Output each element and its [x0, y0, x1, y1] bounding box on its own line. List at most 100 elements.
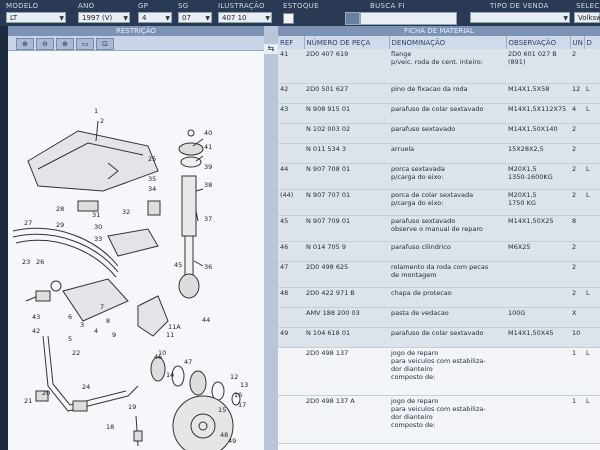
- callout-27[interactable]: 27: [24, 219, 32, 227]
- callout-40[interactable]: 40: [204, 129, 212, 137]
- table-row[interactable]: 2D0 498 137 jogo de reparo para veiculos c…: [278, 347, 600, 396]
- table-row[interactable]: 43 N 908 915 01 parafuso de colar sextavad…: [278, 103, 600, 124]
- expand-arrow-icon[interactable]: ⇆: [264, 44, 278, 54]
- callout-43[interactable]: 43: [32, 313, 40, 321]
- callout-49[interactable]: 49: [228, 437, 236, 445]
- cell-denominacao: porca sextavada p/carga do eixo:: [389, 163, 506, 190]
- callout-28[interactable]: 28: [56, 205, 64, 213]
- callout-29[interactable]: 29: [56, 221, 64, 229]
- callout-23[interactable]: 23: [22, 258, 30, 266]
- callout-19[interactable]: 19: [128, 403, 136, 411]
- selec-select[interactable]: Volkswa: [574, 12, 600, 23]
- modelo-select[interactable]: LT ▼: [6, 12, 66, 23]
- callout-44[interactable]: 44: [202, 316, 210, 324]
- table-row[interactable]: 41 2D0 407 619 flange p/veic. roda de cent.…: [278, 49, 600, 84]
- table-row[interactable]: N 011 534 3 arruela 15X28X2,5 2: [278, 143, 600, 164]
- zoom-area-icon[interactable]: ⊕: [56, 38, 74, 50]
- cell-part-number: 2D0 498 137: [304, 347, 389, 396]
- callout-2[interactable]: 2: [100, 117, 104, 125]
- table-row[interactable]: N 102 003 02 parafuso sextavado M14X1,50X1…: [278, 123, 600, 144]
- callout-41[interactable]: 41: [204, 143, 212, 151]
- search-icon[interactable]: [345, 12, 360, 25]
- callout-37[interactable]: 37: [204, 215, 212, 223]
- zoom-in-icon[interactable]: ⊕: [16, 38, 34, 50]
- callout-46[interactable]: 46: [154, 353, 162, 361]
- callout-30[interactable]: 30: [94, 223, 102, 231]
- cell-denominacao: flange p/veic. roda de cent. inteiro:: [389, 49, 506, 84]
- callout-39[interactable]: 39: [204, 163, 212, 171]
- table-row[interactable]: 45 N 907 709 01 parafuso sextavado observe …: [278, 215, 600, 242]
- callout-32[interactable]: 32: [122, 208, 130, 216]
- table-row[interactable]: (44) N 907 707 01 porca de colar sextavada…: [278, 189, 600, 216]
- callout-47[interactable]: 47: [184, 358, 192, 366]
- table-row[interactable]: 46 N 014 705 9 parafuso cilindrico M6X25 2: [278, 241, 600, 262]
- callout-15[interactable]: 15: [218, 406, 226, 414]
- callout-38[interactable]: 38: [204, 181, 212, 189]
- callout-33[interactable]: 33: [94, 235, 102, 243]
- cell-un: 2: [570, 241, 584, 262]
- cell-d: L: [584, 103, 600, 124]
- panel-splitter[interactable]: [264, 26, 278, 450]
- busca-fi-input[interactable]: [360, 12, 457, 25]
- table-row[interactable]: 2D0 498 137 Ajogo de reparo para veiculos…: [278, 395, 600, 444]
- table-row[interactable]: 47 2D0 498 625 rolamento da roda com pecas…: [278, 261, 600, 288]
- zoom-out-icon[interactable]: ⊖: [36, 38, 54, 50]
- callout-16[interactable]: 16: [234, 391, 242, 399]
- callout-18[interactable]: 18: [106, 423, 114, 431]
- callout-26[interactable]: 26: [36, 258, 44, 266]
- header-denominacao[interactable]: DENOMINAÇÃO: [389, 36, 507, 49]
- callout-12[interactable]: 12: [230, 373, 238, 381]
- gp-value: 4: [142, 14, 147, 22]
- header-d[interactable]: D: [584, 36, 600, 49]
- callout-35[interactable]: 35: [148, 175, 156, 183]
- callout-11[interactable]: 11: [166, 331, 174, 339]
- parts-exploded-view[interactable]: 1 2 3 4 5 6 7 8 9 10 11 11A 12 13 14 15 …: [8, 51, 264, 450]
- callout-14[interactable]: 14: [166, 371, 174, 379]
- tipo-venda-select[interactable]: ▼: [470, 12, 570, 23]
- callout-22[interactable]: 22: [72, 349, 80, 357]
- cell-denominacao: parafuso de colar sextavado: [389, 327, 506, 348]
- ilustracao-select[interactable]: 407 10 ▼: [218, 12, 272, 23]
- callout-45[interactable]: 45: [174, 261, 182, 269]
- table-row[interactable]: 49 N 104 618 01 parafuso de colar sextavad…: [278, 327, 600, 348]
- sg-select[interactable]: 07 ▼: [178, 12, 212, 23]
- cell-part-number: 2D0 422 971 B: [304, 287, 389, 308]
- callout-13[interactable]: 13: [240, 381, 248, 389]
- estoque-checkbox[interactable]: [283, 13, 294, 24]
- callout-1[interactable]: 1: [94, 107, 98, 115]
- callout-20[interactable]: 20: [42, 389, 50, 397]
- table-row[interactable]: 42 2D0 501 627 pino de fixacao da roda M14X…: [278, 83, 600, 104]
- callout-7[interactable]: 7: [100, 303, 104, 311]
- header-observacao[interactable]: OBSERVAÇÃO: [506, 36, 571, 49]
- table-row[interactable]: 48 2D0 422 971 Bchapa de protecao 2 L: [278, 287, 600, 308]
- callout-17[interactable]: 17: [238, 401, 246, 409]
- callout-34[interactable]: 34: [148, 185, 156, 193]
- callout-6[interactable]: 6: [68, 313, 72, 321]
- table-row[interactable]: AMV 188 200 03 pasta de vedacao 100G X: [278, 307, 600, 328]
- callout-31[interactable]: 31: [92, 211, 100, 219]
- ano-select[interactable]: 1997 (V) ▼: [78, 12, 130, 23]
- callout-42[interactable]: 42: [32, 327, 40, 335]
- header-un[interactable]: UN: [570, 36, 585, 49]
- header-numero[interactable]: NÚMERO DE PEÇA: [304, 36, 390, 49]
- fit-page-icon[interactable]: ▭: [76, 38, 94, 50]
- cell-un: 8: [570, 215, 584, 242]
- print-icon[interactable]: ⊡: [96, 38, 114, 50]
- callout-8[interactable]: 8: [106, 317, 110, 325]
- callout-5[interactable]: 5: [68, 335, 72, 343]
- callout-36[interactable]: 36: [204, 263, 212, 271]
- header-ref[interactable]: REF: [278, 36, 305, 49]
- callout-4[interactable]: 4: [94, 327, 98, 335]
- label-sg: SG: [178, 2, 189, 10]
- cell-denominacao: parafuso sextavado: [389, 123, 506, 144]
- callout-3[interactable]: 3: [80, 321, 84, 329]
- callout-24[interactable]: 24: [82, 383, 90, 391]
- parts-list-panel: FICHA DE MATERIAL REF NÚMERO DE PEÇA DEN…: [278, 26, 600, 450]
- callout-9[interactable]: 9: [112, 331, 116, 339]
- cell-ref: 47: [278, 261, 304, 288]
- table-row[interactable]: 44 N 907 708 01 porca sextavada p/carga do …: [278, 163, 600, 190]
- gp-select[interactable]: 4 ▼: [138, 12, 172, 23]
- callout-25[interactable]: 25: [148, 155, 156, 163]
- callout-21[interactable]: 21: [24, 397, 32, 405]
- callout-11a[interactable]: 11A: [168, 323, 181, 331]
